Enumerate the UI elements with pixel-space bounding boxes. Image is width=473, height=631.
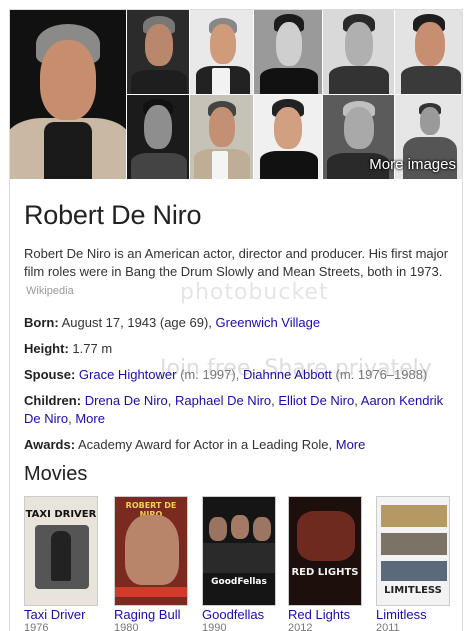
movie-poster[interactable]: TAXI DRIVER [24, 496, 98, 606]
image-9[interactable] [254, 95, 322, 179]
movies-heading: Movies [24, 463, 88, 485]
fact-value: 1.77 m [72, 341, 113, 356]
movie-year: 2011 [376, 622, 400, 631]
poster-title: LIMITLESS [384, 585, 442, 596]
separator: , [68, 411, 72, 426]
fact-awards: Awards: Academy Award for Actor in a Lea… [24, 436, 452, 454]
movie-card[interactable]: ROBERT DE NIRO Raging Bull 1980 [114, 496, 188, 631]
movie-title[interactable]: Raging Bull [114, 607, 188, 622]
fact-label: Children: [24, 393, 82, 408]
movie-title[interactable]: Red Lights [288, 607, 362, 622]
movie-title[interactable]: Limitless [376, 607, 450, 622]
poster-title: TAXI DRIVER [25, 509, 97, 520]
image-7[interactable] [127, 95, 189, 179]
child-link-2[interactable]: Raphael De Niro [175, 393, 271, 408]
movie-poster[interactable]: ROBERT DE NIRO [114, 496, 188, 606]
movie-title[interactable]: Goodfellas [202, 607, 276, 622]
spouse-link-2[interactable]: Diahnne Abbott [243, 367, 332, 382]
children-more-link[interactable]: More [75, 411, 105, 426]
movie-poster[interactable]: LIMITLESS [376, 496, 450, 606]
movie-poster[interactable]: RED LIGHTS [288, 496, 362, 606]
movie-card[interactable]: TAXI DRIVER Taxi Driver 1976 [24, 496, 98, 631]
movie-poster[interactable]: GoodFellas [202, 496, 276, 606]
image-3[interactable] [190, 10, 253, 94]
description-text: Robert De Niro is an American actor, dir… [24, 246, 449, 279]
fact-children: Children: Drena De Niro, Raphael De Niro… [24, 392, 452, 428]
fact-label: Born: [24, 315, 59, 330]
spouse-link-1[interactable]: Grace Hightower [79, 367, 177, 382]
birthplace-link[interactable]: Greenwich Village [216, 315, 321, 330]
awards-more-link[interactable]: More [336, 437, 366, 452]
facts-list: Born: August 17, 1943 (age 69), Greenwic… [24, 314, 452, 454]
movie-year: 2012 [288, 622, 313, 631]
poster-title: GoodFellas [211, 577, 267, 587]
separator: , [354, 393, 358, 408]
fact-label: Awards: [24, 437, 76, 452]
fact-born: Born: August 17, 1943 (age 69), Greenwic… [24, 314, 452, 332]
movie-card[interactable]: GoodFellas Goodfellas 1990 [202, 496, 276, 631]
image-grid: More images [10, 10, 462, 179]
image-5[interactable] [323, 10, 394, 94]
separator: , [167, 393, 172, 408]
separator: , [271, 393, 275, 408]
fact-value: August 17, 1943 (age 69), [61, 315, 212, 330]
entity-description: Robert De Niro is an American actor, dir… [24, 245, 452, 300]
knowledge-panel: More images photobucket Join free. Share… [9, 9, 463, 631]
fact-height: Height: 1.77 m [24, 340, 452, 358]
movie-year: 1990 [202, 622, 227, 631]
fact-value: Academy Award for Actor in a Leading Rol… [77, 437, 333, 452]
movies-carousel: TAXI DRIVER Taxi Driver 1976 ROBERT DE N… [24, 496, 462, 631]
spouse-note-1: (m. 1997), [180, 367, 240, 382]
spouse-note-2: (m. 1976–1988) [335, 367, 428, 382]
fact-spouse: Spouse: Grace Hightower (m. 1997), Diahn… [24, 366, 452, 384]
movie-card[interactable]: RED LIGHTS Red Lights 2012 [288, 496, 362, 631]
entity-info: Robert De Niro Robert De Niro is an Amer… [24, 200, 452, 462]
fact-label: Height: [24, 341, 69, 356]
movie-card[interactable]: LIMITLESS Limitless 2011 [376, 496, 450, 631]
movie-year: 1976 [24, 622, 49, 631]
fact-label: Spouse: [24, 367, 76, 382]
child-link-1[interactable]: Drena De Niro [85, 393, 168, 408]
more-images-link[interactable]: More images [369, 156, 456, 173]
movie-title[interactable]: Taxi Driver [24, 607, 98, 622]
poster-title: RED LIGHTS [291, 567, 359, 578]
image-2[interactable] [127, 10, 189, 94]
wikipedia-source-link[interactable]: Wikipedia [26, 285, 74, 297]
image-6[interactable] [395, 10, 462, 94]
image-8[interactable] [190, 95, 253, 179]
image-main[interactable] [10, 10, 126, 179]
image-4[interactable] [254, 10, 322, 94]
movie-year: 1980 [114, 622, 139, 631]
entity-title: Robert De Niro [24, 200, 202, 230]
child-link-3[interactable]: Elliot De Niro [278, 393, 354, 408]
